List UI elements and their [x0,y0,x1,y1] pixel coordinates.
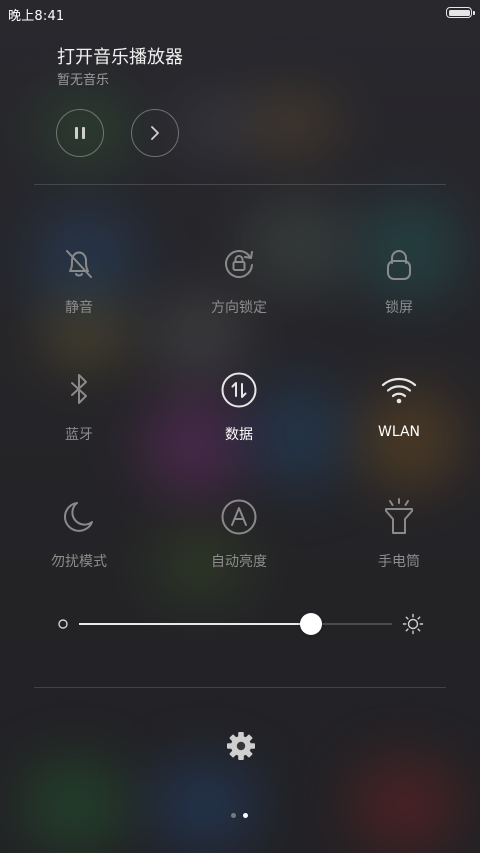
toggle-flashlight-label: 手电筒 [378,554,420,570]
mobile-data-icon [221,372,257,408]
music-player-title[interactable]: 打开音乐播放器 [57,43,183,69]
next-button[interactable] [131,109,179,157]
toggle-rotation-lock-label: 方向锁定 [211,300,267,316]
toggle-mute-label: 静音 [65,300,93,316]
divider-top [34,184,446,185]
bell-off-icon [66,250,92,278]
page-dot-1[interactable] [231,813,236,818]
toggle-mobile-data[interactable]: 数据 [179,370,299,444]
gear-icon[interactable] [226,731,256,761]
battery-icon [446,7,475,18]
toggle-bluetooth-label: 蓝牙 [65,427,93,443]
wifi-icon [381,377,417,404]
toggle-auto-brightness-label: 自动亮度 [211,554,267,570]
toggle-mobile-data-label: 数据 [225,427,253,443]
pause-icon [75,127,85,139]
status-time: 晚上8:41 [8,9,65,24]
music-player-subtitle: 暂无音乐 [57,73,110,88]
auto-brightness-icon [221,499,257,535]
status-bar: 晚上8:41 [0,0,480,26]
toggle-wlan[interactable]: WLAN [339,370,459,440]
brightness-fill [79,623,311,625]
toggle-mute[interactable]: 静音 [19,243,139,317]
moon-icon [64,502,93,532]
brightness-low-icon [58,619,68,629]
toggle-do-not-disturb[interactable]: 勿扰模式 [19,497,139,571]
notification-shade: 晚上8:41 打开音乐播放器 暂无音乐 静音 方向锁定 锁屏 蓝牙 数据 WLA… [0,0,480,853]
page-indicator [230,813,250,819]
brightness-track[interactable] [79,613,392,635]
divider-bottom [34,687,446,688]
page-dot-2[interactable] [243,813,248,818]
bluetooth-icon [71,374,87,404]
toggle-wlan-label: WLAN [377,424,420,440]
toggle-auto-brightness[interactable]: 自动亮度 [179,497,299,571]
toggle-lock-screen-label: 锁屏 [385,300,413,316]
brightness-thumb[interactable] [299,613,322,635]
chevron-right-icon [151,126,159,140]
toggle-lock-screen[interactable]: 锁屏 [339,243,459,317]
toggle-bluetooth[interactable]: 蓝牙 [19,370,139,444]
rotation-lock-icon [225,250,253,278]
toggle-rotation-lock[interactable]: 方向锁定 [179,243,299,317]
flashlight-icon [385,498,413,534]
pause-button[interactable] [56,109,104,157]
brightness-slider[interactable] [54,610,430,638]
lock-icon [387,250,411,280]
toggle-flashlight[interactable]: 手电筒 [339,497,459,571]
toggle-do-not-disturb-label: 勿扰模式 [51,554,107,570]
brightness-high-icon [402,613,424,635]
